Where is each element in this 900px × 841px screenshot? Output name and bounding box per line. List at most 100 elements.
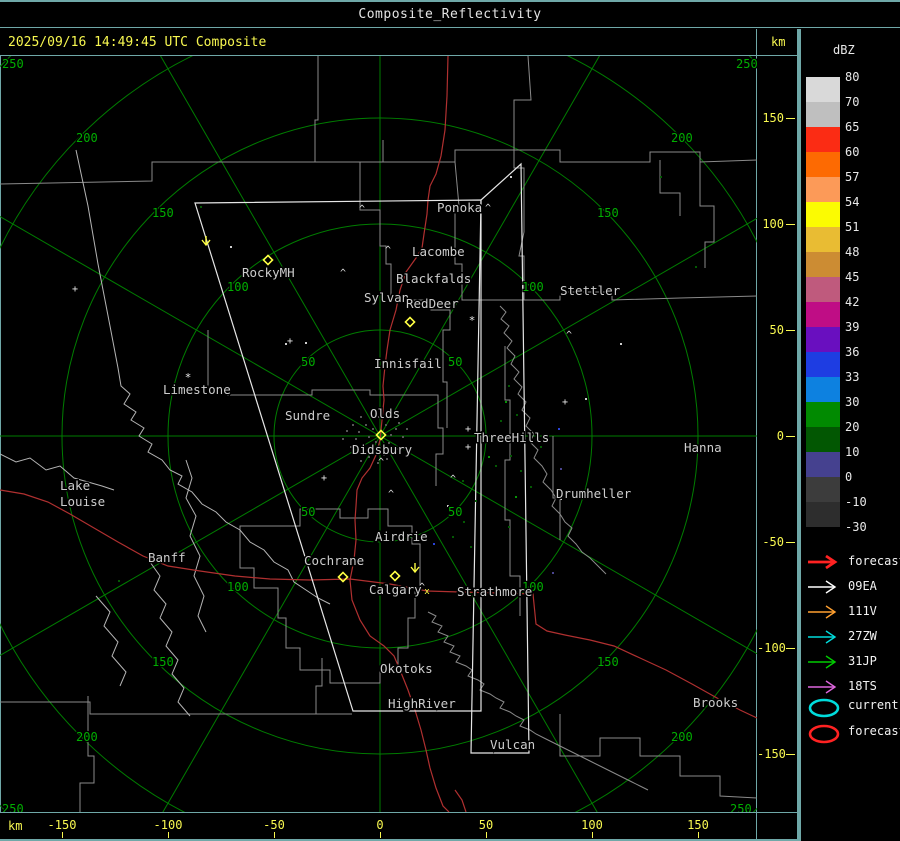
clutter-dot [368,436,370,438]
clutter-dot [360,416,362,418]
city-label: HighRiver [388,696,456,711]
town-star-icon: * [469,314,476,327]
dbz-scale-label: 48 [845,245,860,259]
arrow-icon [808,655,837,669]
legend-row: current [801,697,900,721]
ellipse-icon [808,724,840,744]
bottom-axis-tick [380,832,381,838]
range-ring-label: 100 [227,580,249,594]
dbz-scale-label: -10 [845,495,867,509]
city-label: Drumheller [556,486,632,501]
arrow-icon [808,554,838,570]
clutter-dot [385,424,387,426]
city-label: Calgary [369,582,422,597]
bottom-axis-tick [698,832,699,838]
town-plus-icon: + [465,442,471,453]
echo-dot [508,526,510,528]
echo-dot [516,414,518,416]
range-ring-label: 150 [152,655,174,669]
city-label: Limestone [163,382,231,397]
legend-row: 111V [801,603,900,627]
echo-dot [200,206,202,208]
dbz-swatch [806,477,840,502]
dbz-scale-label: 39 [845,320,860,334]
legend-row: 27ZW [801,628,900,652]
window-title: Composite_Reflectivity [358,7,542,22]
right-axis-label: 100 [762,217,784,231]
dbz-scale-label: 10 [845,445,860,459]
bottom-axis-label: 50 [478,818,494,832]
city-label: Olds [370,406,400,421]
town-plus-icon: + [287,336,293,347]
echo-dot [475,500,477,502]
title-divider [0,27,900,28]
range-ring-label: 250 [736,57,757,71]
legend-row: 09EA [801,578,900,602]
dbz-swatch [806,252,840,277]
echo-dot [560,468,562,470]
legend-label: 27ZW [848,629,877,643]
right-axis-tick [786,648,795,649]
dbz-scale-label: 45 [845,270,860,284]
radar-echoes [118,176,697,582]
right-axis-label: 50 [769,323,784,337]
bottom-axis: -150 -100 -50 0 50 100 150 [0,812,798,839]
range-ring-label: 100 [227,280,249,294]
right-axis-label: -50 [762,535,784,549]
range-ring-label: 250 [730,802,752,812]
city-label: Vulcan [490,737,535,752]
dbz-scale-label: 65 [845,120,860,134]
dbz-swatch [806,277,840,302]
city-labels: Ponoka Lacombe Blackfalds SylvanRedDeer Rock… [59,199,740,754]
right-axis-tick [786,224,795,225]
city-label: Cochrane [304,553,364,568]
echo-dot [470,546,472,548]
dbz-swatch [806,227,840,252]
site-diamond-icon [262,254,274,266]
dbz-legend-panel: dBZ 80 70 65 60 57 54 51 48 45 42 39 36 33 30 20 10 0 -10… [801,29,900,841]
town-caret-icon: ^ [378,457,384,468]
right-axis-label: -150 [757,747,786,761]
dbz-scale-label: 80 [845,70,860,84]
city-label: Lake [60,478,90,493]
clutter-dot [355,438,357,440]
city-label: Banff [148,550,186,565]
title-bar: Composite_Reflectivity [0,2,900,27]
dbz-scale-label: 42 [845,295,860,309]
echo-dot [462,480,464,482]
town-caret-icon: ^ [450,474,456,485]
echo-dot [508,385,510,387]
right-axis-unit: km [771,35,786,49]
clutter-dot [406,428,408,430]
echo-dot [488,456,490,458]
city-label: Stettler [560,283,621,298]
echo-dot [540,446,542,448]
dbz-scale-label: -30 [845,520,867,534]
range-ring-label: 50 [448,355,462,369]
range-ring-label: 50 [448,505,462,519]
echo-dot [505,401,507,403]
bottom-axis-label: 0 [376,818,384,832]
legend-label: 18TS [848,679,877,693]
city-label: Ponoka [437,200,482,215]
city-label: Sundre [285,408,330,423]
legend-label: forecast [848,554,900,568]
town-plus-icon: + [562,397,568,408]
range-ring-label: 200 [76,730,98,744]
bottom-axis-label: -50 [263,818,285,832]
clutter-dot [358,431,360,433]
legend-row: forecast [801,553,900,577]
clutter-dot [342,438,344,440]
echo-dot [558,428,560,430]
echo-dot [552,572,554,574]
arrow-icon [808,605,837,619]
radar-map[interactable]: x^^^^^^^^^++++++** 25020015010050 5010015… [0,56,757,812]
echo-dot [452,536,454,538]
city-label: Okotoks [380,661,433,676]
legend-label: 111V [848,604,877,618]
radar-coverage-outlines [194,162,530,754]
dbz-swatch [806,352,840,377]
dbz-swatch [806,427,840,452]
echo-dot [520,470,522,472]
echo-dot [433,543,435,545]
